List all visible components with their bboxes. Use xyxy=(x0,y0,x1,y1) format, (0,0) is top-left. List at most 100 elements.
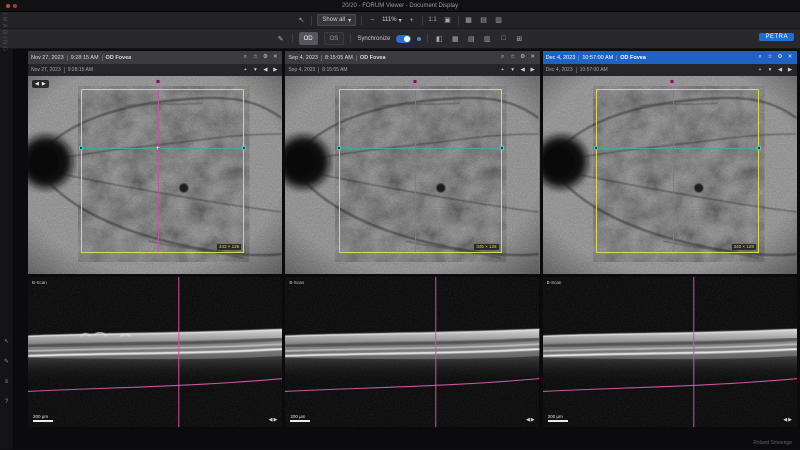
series-subheader[interactable]: Sep 4, 2023 8:15:05 AM + ▾ ◀ ▶ xyxy=(285,64,540,76)
layers-tool-icon[interactable]: ≡ xyxy=(2,376,12,387)
search-icon[interactable]: ⌕ xyxy=(756,54,764,61)
roi-top-handle[interactable] xyxy=(412,79,418,84)
layout-quad-icon[interactable]: ⊞ xyxy=(514,33,524,44)
columns-layout-icon[interactable]: ▥ xyxy=(494,15,504,26)
sync-status-dot xyxy=(417,36,422,41)
series-subheader[interactable]: Dec 4, 2023 10:57:00 AM + ▾ ◀ ▶ xyxy=(542,64,797,76)
od-button[interactable]: OD xyxy=(298,32,318,45)
roi-vertical-line[interactable] xyxy=(672,89,674,253)
view-toolbar: ↖ Show all ▾ − 111% ▾ + 1:1 ▣ ▦ ▤ ▥ xyxy=(0,12,800,29)
series-date: Dec 4, 2023 xyxy=(545,67,573,73)
orient-left-icon: ◀ xyxy=(783,417,788,423)
roi-handle-right[interactable] xyxy=(756,146,761,151)
roi-box[interactable]: 345 × 128 xyxy=(336,88,504,254)
chevron-down-icon[interactable]: ▾ xyxy=(766,67,774,73)
roi-vertical-line[interactable] xyxy=(157,89,159,253)
petra-badge[interactable]: PETRA xyxy=(759,33,794,41)
roi-size-badge: 340 × 128 xyxy=(731,244,756,251)
next-icon[interactable]: ▶ xyxy=(271,67,279,73)
zoom-out-icon[interactable]: − xyxy=(367,15,377,26)
roi-top-handle[interactable] xyxy=(669,79,675,84)
synchronize-label: Synchronize xyxy=(357,35,391,42)
roi-handle-right[interactable] xyxy=(499,146,504,151)
oct-bscan xyxy=(285,277,540,427)
star-icon[interactable]: ☆ xyxy=(251,54,259,61)
layout-cols-icon[interactable]: ▥ xyxy=(482,33,492,44)
fundus-image[interactable]: 345 × 128 xyxy=(285,76,540,274)
divider xyxy=(361,15,363,25)
annotate-tool-icon[interactable]: ✎ xyxy=(2,356,12,367)
zoom-in-icon[interactable]: + xyxy=(241,67,249,73)
zoom-in-icon[interactable]: + xyxy=(407,15,417,26)
synchronize-toggle[interactable] xyxy=(396,34,412,43)
pan-controls[interactable]: ◀ ▶ xyxy=(32,80,49,88)
search-icon[interactable]: ⌕ xyxy=(241,54,249,61)
panel-header[interactable]: Nov 27, 2023 9:28:15 AM OD Fovea ⌕ ☆ ⚙ ✕ xyxy=(28,51,283,64)
series-subheader[interactable]: Nov 27, 2023 9:28:15 AM + ▾ ◀ ▶ xyxy=(28,64,283,76)
oct-image[interactable]: B-Scan 200 µm ◀ ▶ xyxy=(285,277,540,427)
pencil-tool-icon[interactable]: ✎ xyxy=(276,33,286,44)
oct-bscan xyxy=(542,277,797,427)
compare-toolbar: ✎ OD OS Synchronize ◧ ▦ ▤ ▥ □ ⊞ PETRA xyxy=(0,29,800,49)
grid-layout-icon[interactable]: ▦ xyxy=(464,15,474,26)
roi-horizontal-line[interactable] xyxy=(597,148,758,150)
crosshair-cursor: + xyxy=(155,143,161,153)
orientation-icon: ◀ ▶ xyxy=(783,417,792,423)
pointer-tool-icon[interactable]: ↖ xyxy=(2,336,12,347)
chevron-down-icon[interactable]: ▾ xyxy=(251,67,259,73)
fundus-image[interactable]: 340 × 128 xyxy=(542,76,797,274)
series-time: 9:28:15 AM xyxy=(67,67,94,73)
prev-icon[interactable]: ◀ xyxy=(776,67,784,73)
panel-header[interactable]: Sep 4, 2023 8:15:05 AM OD Fovea ⌕ ☆ ⚙ ✕ xyxy=(285,51,540,64)
help-icon[interactable]: ? xyxy=(2,396,12,407)
roi-box[interactable]: 343 × 128 xyxy=(79,88,247,254)
actual-size-button[interactable]: 1:1 xyxy=(428,15,438,26)
roi-handle-right[interactable] xyxy=(242,146,247,151)
layout-grid-icon[interactable]: ▦ xyxy=(450,33,460,44)
next-icon[interactable]: ▶ xyxy=(786,67,794,73)
roi-box[interactable]: 340 × 128 xyxy=(594,88,761,254)
roi-horizontal-line[interactable] xyxy=(339,148,501,150)
rows-layout-icon[interactable]: ▤ xyxy=(479,15,489,26)
oct-image[interactable]: B-Scan 200 µm ◀ ▶ xyxy=(28,277,283,427)
zoom-level-value: 111% xyxy=(382,17,397,23)
close-icon[interactable]: ✕ xyxy=(529,54,537,61)
roi-top-handle[interactable] xyxy=(155,79,161,84)
scale-bar-line xyxy=(547,420,568,422)
layout-split-icon[interactable]: ◧ xyxy=(434,33,444,44)
chevron-down-icon[interactable]: ▾ xyxy=(509,67,517,73)
prev-icon[interactable]: ◀ xyxy=(519,67,527,73)
layout-rows-icon[interactable]: ▤ xyxy=(466,33,476,44)
fit-screen-icon[interactable]: ▣ xyxy=(443,15,453,26)
roi-horizontal-line[interactable] xyxy=(82,148,244,150)
fundus-image[interactable]: ◀ ▶ 343 × 128 + xyxy=(28,76,283,274)
settings-icon[interactable]: ⚙ xyxy=(519,54,527,61)
settings-icon[interactable]: ⚙ xyxy=(776,54,784,61)
search-icon[interactable]: ⌕ xyxy=(499,54,507,61)
oct-image[interactable]: B-Scan 200 µm ◀ ▶ xyxy=(542,277,797,427)
roi-handle-left[interactable] xyxy=(594,146,599,151)
prev-icon[interactable]: ◀ xyxy=(261,67,269,73)
star-icon[interactable]: ☆ xyxy=(509,54,517,61)
roi-handle-left[interactable] xyxy=(336,146,341,151)
show-all-dropdown[interactable]: Show all ▾ xyxy=(317,14,357,26)
next-icon[interactable]: ▶ xyxy=(42,81,46,87)
zoom-in-icon[interactable]: + xyxy=(499,67,507,73)
star-icon[interactable]: ☆ xyxy=(766,54,774,61)
os-button[interactable]: OS xyxy=(323,32,345,45)
close-icon[interactable]: ✕ xyxy=(786,54,794,61)
next-icon[interactable]: ▶ xyxy=(529,67,537,73)
pointer-tool-icon[interactable]: ↖ xyxy=(296,15,306,26)
roi-handle-left[interactable] xyxy=(79,146,84,151)
zoom-level-dropdown[interactable]: 111% ▾ xyxy=(382,17,401,24)
layout-single-icon[interactable]: □ xyxy=(498,33,508,44)
zoom-in-icon[interactable]: + xyxy=(756,67,764,73)
chevron-down-icon: ▾ xyxy=(348,17,352,24)
roi-vertical-line[interactable] xyxy=(415,89,417,253)
divider xyxy=(575,67,577,73)
prev-icon[interactable]: ◀ xyxy=(35,81,39,87)
exam-time: 10:57:00 AM xyxy=(582,54,614,61)
settings-icon[interactable]: ⚙ xyxy=(261,54,269,61)
panel-header-selected[interactable]: Dec 4, 2023 10:57:00 AM OD Fovea ⌕ ☆ ⚙ ✕ xyxy=(542,51,797,64)
close-icon[interactable]: ✕ xyxy=(271,54,279,61)
